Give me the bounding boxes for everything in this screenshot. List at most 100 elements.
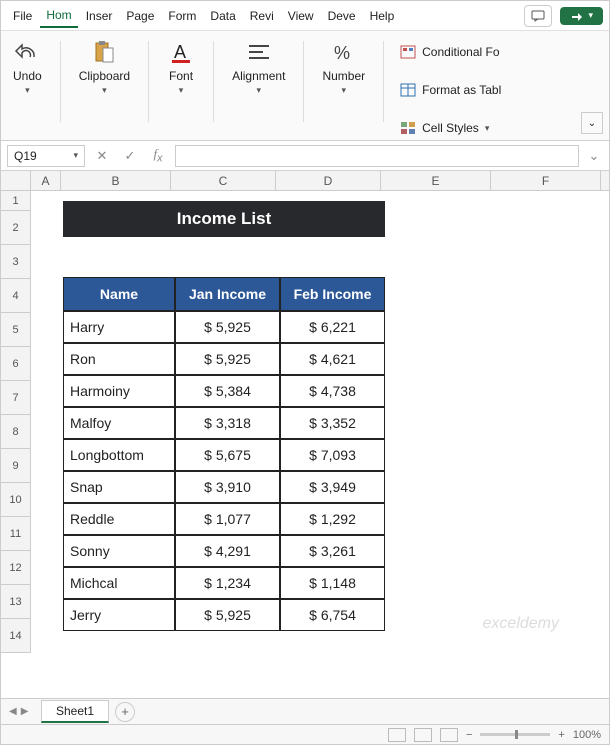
zoom-out-button[interactable]: −: [466, 729, 472, 741]
cell-feb[interactable]: $ 3,352: [280, 407, 385, 439]
cell-name[interactable]: Ron: [63, 343, 175, 375]
col-header-F[interactable]: F: [491, 171, 601, 190]
formula-expand-button[interactable]: ⌄: [585, 148, 603, 164]
fx-button[interactable]: fx: [147, 145, 169, 167]
zoom-level[interactable]: 100%: [573, 729, 601, 741]
view-page-layout-button[interactable]: [414, 728, 432, 742]
row-header-12[interactable]: 12: [1, 551, 31, 585]
row-header-3[interactable]: 3: [1, 245, 31, 279]
cell-jan[interactable]: $ 5,384: [175, 375, 280, 407]
status-bar: − + 100%: [1, 724, 609, 744]
cell-name[interactable]: Longbottom: [63, 439, 175, 471]
font-button[interactable]: A Font ▾: [161, 35, 201, 100]
chevron-down-icon: ⌄: [588, 118, 596, 129]
alignment-label: Alignment: [232, 69, 285, 83]
row-header-11[interactable]: 11: [1, 517, 31, 551]
ribbon-expand-button[interactable]: ⌄: [581, 112, 603, 134]
cell-feb[interactable]: $ 4,738: [280, 375, 385, 407]
zoom-slider[interactable]: [480, 733, 550, 736]
cell-jan[interactable]: $ 5,925: [175, 599, 280, 631]
cell-jan[interactable]: $ 3,318: [175, 407, 280, 439]
row-header-6[interactable]: 6: [1, 347, 31, 381]
row-header-7[interactable]: 7: [1, 381, 31, 415]
comments-button[interactable]: [524, 5, 552, 27]
cell-jan[interactable]: $ 4,291: [175, 535, 280, 567]
paste-button[interactable]: Clipboard ▾: [73, 35, 136, 100]
cell-feb[interactable]: $ 6,221: [280, 311, 385, 343]
tab-home[interactable]: Hom: [40, 4, 77, 28]
sheet-nav-prev[interactable]: ◀: [9, 706, 17, 717]
group-clipboard: Clipboard ▾: [73, 35, 136, 140]
cell-jan[interactable]: $ 5,675: [175, 439, 280, 471]
col-header-A[interactable]: A: [31, 171, 61, 190]
row-header-9[interactable]: 9: [1, 449, 31, 483]
tab-help[interactable]: Help: [364, 5, 401, 27]
tab-developer[interactable]: Deve: [322, 5, 362, 27]
cell-jan[interactable]: $ 5,925: [175, 311, 280, 343]
cell-styles-button[interactable]: Cell Styles ▾: [396, 111, 505, 145]
cell-feb[interactable]: $ 4,621: [280, 343, 385, 375]
formula-input[interactable]: [175, 145, 579, 167]
add-sheet-button[interactable]: +: [115, 702, 135, 722]
cell-feb[interactable]: $ 3,949: [280, 471, 385, 503]
sheet-tab-sheet1[interactable]: Sheet1: [41, 700, 109, 723]
tab-formulas[interactable]: Form: [162, 5, 202, 27]
header-name[interactable]: Name: [63, 277, 175, 311]
undo-button[interactable]: Undo ▾: [7, 35, 48, 100]
cell-jan[interactable]: $ 1,077: [175, 503, 280, 535]
cell-name[interactable]: Reddle: [63, 503, 175, 535]
row-header-4[interactable]: 4: [1, 279, 31, 313]
row-header-14[interactable]: 14: [1, 619, 31, 653]
cell-jan[interactable]: $ 5,925: [175, 343, 280, 375]
tab-review[interactable]: Revi: [244, 5, 280, 27]
row-header-10[interactable]: 10: [1, 483, 31, 517]
format-as-table-button[interactable]: Format as Tabl: [396, 73, 505, 107]
row-header-2[interactable]: 2: [1, 211, 31, 245]
col-header-D[interactable]: D: [276, 171, 381, 190]
header-feb[interactable]: Feb Income: [280, 277, 385, 311]
table-row: Harmoiny$ 5,384$ 4,738: [63, 375, 385, 407]
cell-name[interactable]: Snap: [63, 471, 175, 503]
conditional-formatting-button[interactable]: Conditional Fo: [396, 35, 505, 69]
name-box[interactable]: Q19 ▾: [7, 145, 85, 167]
cell-feb[interactable]: $ 1,292: [280, 503, 385, 535]
sheet-nav-next[interactable]: ▶: [21, 706, 29, 717]
tab-page[interactable]: Page: [120, 5, 160, 27]
share-button[interactable]: ▾: [560, 7, 603, 25]
cancel-formula-button[interactable]: ✕: [91, 145, 113, 167]
cell-feb[interactable]: $ 3,261: [280, 535, 385, 567]
tab-file[interactable]: File: [7, 5, 38, 27]
cell-name[interactable]: Sonny: [63, 535, 175, 567]
row-header-5[interactable]: 5: [1, 313, 31, 347]
cell-name[interactable]: Malfoy: [63, 407, 175, 439]
group-number: % Number ▾: [316, 35, 371, 140]
tab-data[interactable]: Data: [204, 5, 241, 27]
alignment-button[interactable]: Alignment ▾: [226, 35, 291, 100]
alignment-icon: [246, 42, 272, 64]
number-button[interactable]: % Number ▾: [316, 35, 371, 100]
cell-jan[interactable]: $ 3,910: [175, 471, 280, 503]
cell-jan[interactable]: $ 1,234: [175, 567, 280, 599]
cell-name[interactable]: Michcal: [63, 567, 175, 599]
col-header-B[interactable]: B: [61, 171, 171, 190]
row-header-13[interactable]: 13: [1, 585, 31, 619]
cell-name[interactable]: Harry: [63, 311, 175, 343]
tab-view[interactable]: View: [282, 5, 320, 27]
tab-insert[interactable]: Inser: [80, 5, 119, 27]
view-page-break-button[interactable]: [440, 728, 458, 742]
col-header-C[interactable]: C: [171, 171, 276, 190]
select-all-corner[interactable]: [1, 171, 31, 190]
row-header-8[interactable]: 8: [1, 415, 31, 449]
zoom-in-button[interactable]: +: [558, 729, 564, 741]
row-header-1[interactable]: 1: [1, 191, 31, 211]
cell-feb[interactable]: $ 7,093: [280, 439, 385, 471]
cell-feb[interactable]: $ 6,754: [280, 599, 385, 631]
cell-name[interactable]: Jerry: [63, 599, 175, 631]
col-header-E[interactable]: E: [381, 171, 491, 190]
cell-feb[interactable]: $ 1,148: [280, 567, 385, 599]
cell-name[interactable]: Harmoiny: [63, 375, 175, 407]
header-jan[interactable]: Jan Income: [175, 277, 280, 311]
view-normal-button[interactable]: [388, 728, 406, 742]
worksheet-grid[interactable]: A B C D E F 1234567891011121314 Income L…: [1, 171, 609, 689]
enter-formula-button[interactable]: ✓: [119, 145, 141, 167]
